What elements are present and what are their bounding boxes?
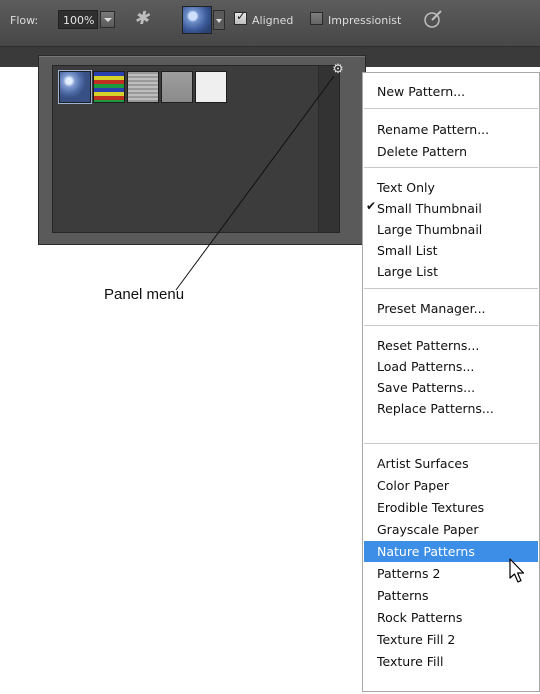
menu-item-delete-pattern[interactable]: Delete Pattern	[364, 141, 538, 162]
menu-separator	[364, 443, 538, 444]
menu-separator	[364, 108, 538, 109]
mouse-cursor-icon	[509, 558, 525, 583]
menu-separator	[364, 288, 538, 289]
menu-item-text-only[interactable]: Text Only	[364, 177, 538, 198]
menu-item-texture-fill-2[interactable]: Texture Fill 2	[364, 629, 538, 650]
menu-item-color-paper[interactable]: Color Paper	[364, 475, 538, 496]
menu-item-preset-manager[interactable]: Preset Manager...	[364, 298, 538, 319]
menu-item-large-thumbnail[interactable]: Large Thumbnail	[364, 219, 538, 240]
callout-label: Panel menu	[104, 286, 185, 303]
menu-item-grayscale-paper[interactable]: Grayscale Paper	[364, 519, 538, 540]
menu-item-texture-fill[interactable]: Texture Fill	[364, 651, 538, 672]
menu-item-replace-patterns[interactable]: Replace Patterns...	[364, 398, 538, 419]
menu-item-large-list[interactable]: Large List	[364, 261, 538, 282]
menu-item-artist-surfaces[interactable]: Artist Surfaces	[364, 453, 538, 474]
menu-item-reset-patterns[interactable]: Reset Patterns...	[364, 335, 538, 356]
menu-item-small-list[interactable]: Small List	[364, 240, 538, 261]
menu-item-rename-pattern[interactable]: Rename Pattern...	[364, 119, 538, 140]
menu-item-erodible-textures[interactable]: Erodible Textures	[364, 497, 538, 518]
menu-separator	[364, 167, 538, 168]
menu-item-patterns[interactable]: Patterns	[364, 585, 538, 606]
menu-item-save-patterns[interactable]: Save Patterns...	[364, 377, 538, 398]
menu-separator	[364, 325, 538, 326]
menu-item-load-patterns[interactable]: Load Patterns...	[364, 356, 538, 377]
menu-item-new-pattern[interactable]: New Pattern...	[364, 81, 538, 102]
panel-menu: New Pattern... Rename Pattern... Delete …	[362, 72, 540, 692]
menu-item-small-thumbnail[interactable]: Small Thumbnail	[364, 198, 538, 219]
menu-item-rock-patterns[interactable]: Rock Patterns	[364, 607, 538, 628]
